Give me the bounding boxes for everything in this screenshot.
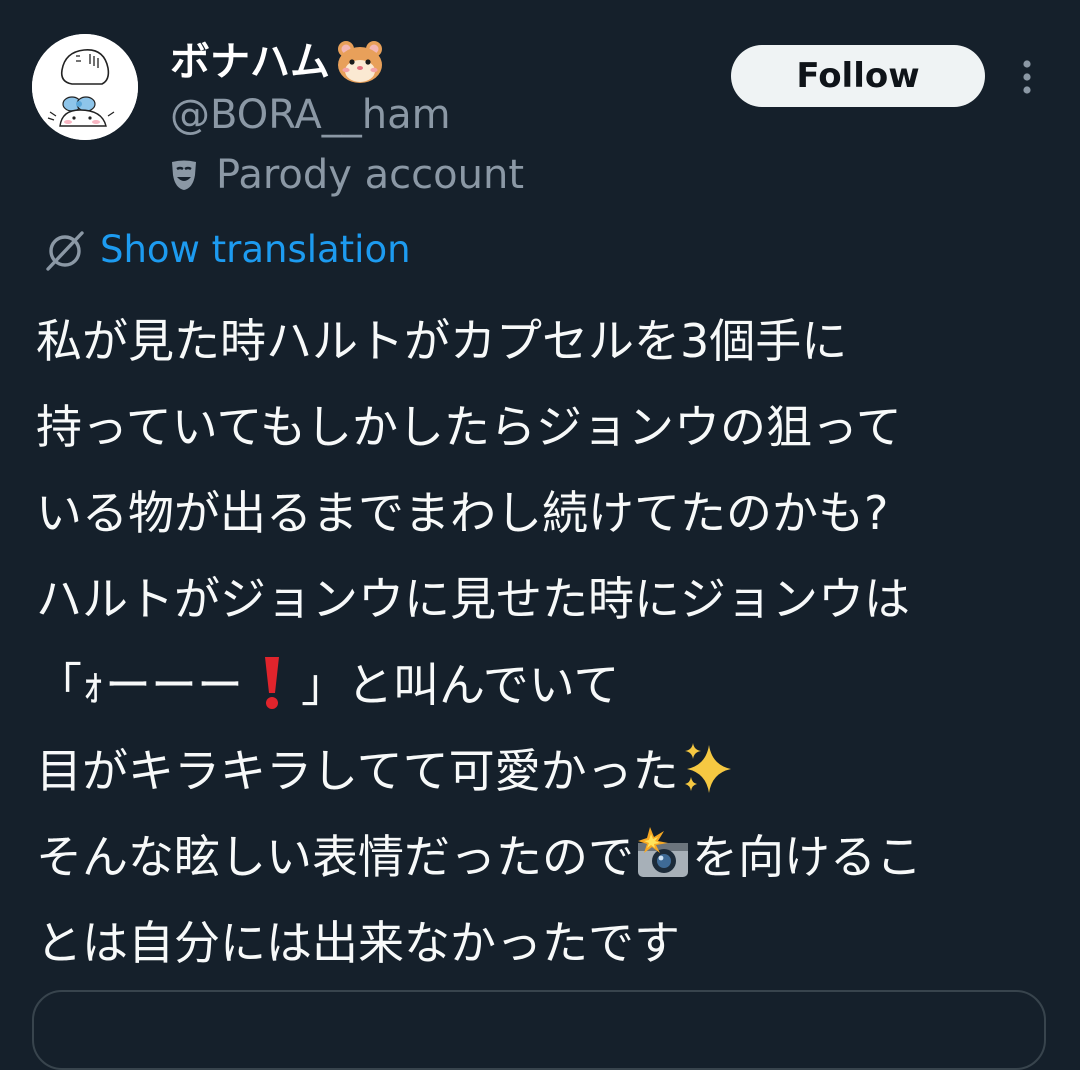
parody-account-label: Parody account — [166, 148, 524, 202]
follow-button[interactable]: Follow — [731, 45, 985, 107]
tweet-line: 持っていてもしかしたらジョンウの狙って — [36, 400, 902, 454]
tweet-line: そんな眩しい表情だったので を向けるこ — [36, 821, 1046, 907]
tweet-line: とは自分には出来なかったです — [36, 916, 680, 970]
more-vertical-icon — [1023, 60, 1031, 94]
theater-mask-icon — [166, 157, 202, 193]
user-handle[interactable]: @BORA__ham — [170, 88, 451, 142]
tweet-line: 目がキラキラしてて可愛かった — [36, 735, 1046, 821]
tweet-line-text: そんな眩しい表情だったので — [36, 830, 634, 884]
tweet-line-text: 」と叫んでいて — [301, 658, 620, 712]
tweet-line-text: 目がキラキラしてて可愛かった — [36, 744, 679, 798]
show-translation-row[interactable]: Show translation — [42, 224, 411, 276]
hamster-face-icon — [334, 39, 386, 85]
tweet-line: 「ｫーーー 」と叫んでいて — [36, 649, 1046, 735]
sparkles-icon — [679, 739, 737, 797]
tweet-text: 私が見た時ハルトがカプセルを3個手に 持っていてもしかしたらジョンウの狙って い… — [36, 305, 1046, 993]
camera-flash-icon — [634, 825, 692, 883]
parody-account-text: Parody account — [216, 152, 525, 198]
more-options-button[interactable] — [1008, 52, 1046, 102]
quoted-content-card[interactable] — [32, 990, 1046, 1070]
translate-icon — [42, 227, 88, 273]
tweet-line: いる物が出るまでまわし続けてたのかも? — [36, 486, 889, 540]
red-exclamation-icon — [243, 653, 301, 711]
display-name[interactable]: ボナハム — [170, 34, 330, 90]
show-translation-link[interactable]: Show translation — [100, 224, 411, 276]
avatar-illustration — [32, 34, 138, 140]
tweet-line: 私が見た時ハルトがカプセルを3個手に — [36, 314, 848, 368]
tweet-line-text: を向けるこ — [692, 830, 922, 884]
avatar[interactable] — [32, 34, 138, 140]
tweet-line: ハルトがジョンウに見せた時にジョンウは — [36, 572, 910, 626]
display-name-row[interactable]: ボナハム — [170, 34, 386, 90]
tweet-line-text: 「ｫーーー — [36, 658, 243, 712]
